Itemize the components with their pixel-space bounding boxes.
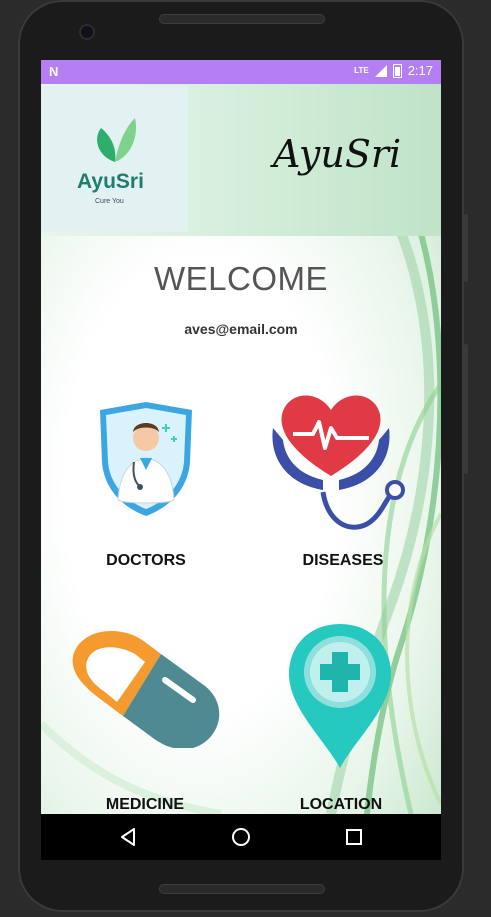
doctor-shield-icon (100, 402, 192, 516)
clock: 2:17 (407, 63, 433, 78)
signal-icon (374, 64, 387, 77)
leaf-logo-icon (97, 118, 137, 162)
home-screen: AyuSri Cure You AyuSri WELCOME aves@emai… (41, 84, 441, 814)
bottom-speaker (159, 884, 325, 894)
logo-tagline: Cure You (95, 198, 124, 205)
user-email: aves@email.com (184, 321, 298, 337)
app-logo: AyuSri Cure You (41, 86, 188, 232)
diseases-label: DISEASES (302, 552, 384, 569)
network-type: LTE (354, 66, 369, 75)
location-tile[interactable]: LOCATION (261, 622, 421, 814)
doctors-tile[interactable]: DOCTORS (71, 394, 221, 574)
brand-title: AyuSri (273, 132, 402, 176)
top-speaker (159, 14, 325, 24)
heart-stethoscope-icon (272, 395, 405, 530)
location-pin-cross-icon (289, 624, 391, 768)
app-header: AyuSri Cure You AyuSri (41, 84, 441, 236)
navigation-bar (41, 814, 441, 860)
home-icon[interactable] (231, 827, 251, 847)
medicine-tile[interactable]: MEDICINE (61, 624, 231, 814)
doctors-label: DOCTORS (106, 552, 186, 569)
notification-n-icon: N (49, 64, 59, 79)
power-button (464, 214, 468, 282)
back-icon[interactable] (119, 827, 139, 847)
battery-icon (392, 63, 402, 78)
device-screen: N LTE 2:17 AyuSri Cure You AyuSri WELCOM… (41, 60, 441, 860)
location-label: LOCATION (299, 796, 383, 813)
recents-icon[interactable] (344, 827, 364, 847)
volume-button (464, 344, 468, 474)
status-bar: N LTE 2:17 (41, 60, 441, 84)
welcome-title: WELCOME (153, 260, 328, 297)
medicine-label: MEDICINE (105, 796, 185, 813)
pill-capsule-icon (72, 631, 220, 748)
diseases-tile[interactable]: DISEASES (261, 384, 421, 574)
logo-name: AyuSri (77, 170, 144, 193)
front-camera (81, 26, 93, 38)
